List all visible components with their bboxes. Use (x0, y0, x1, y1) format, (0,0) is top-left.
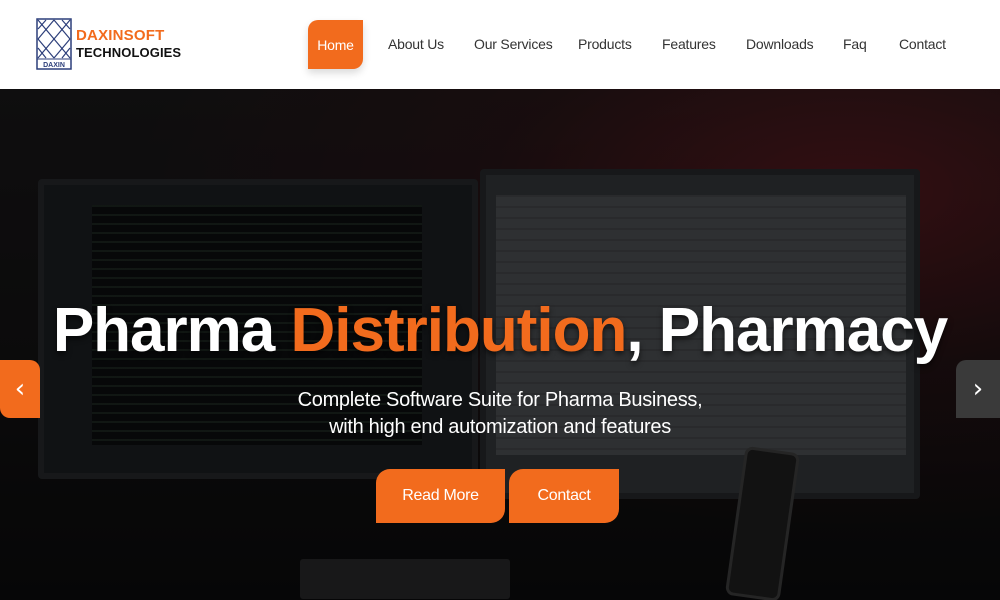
chevron-left-icon: ‹ (14, 374, 26, 404)
hero-title-accent: Distribution (290, 296, 627, 365)
nav-about-us[interactable]: About Us (388, 36, 444, 52)
hero-title-part1: Pharma (52, 296, 291, 365)
hero-title: Pharma Distribution, Pharmacy (0, 295, 1000, 366)
chevron-right-icon: › (972, 374, 984, 404)
read-more-button[interactable]: Read More (376, 469, 505, 523)
contact-button[interactable]: Contact (509, 469, 619, 523)
nav-contact[interactable]: Contact (899, 36, 946, 52)
hero-title-part2: , Pharmacy (626, 296, 948, 365)
hero-slider: Pharma Distribution, Pharmacy Complete S… (0, 89, 1000, 600)
hero-subtitle-line2: with high end automization and features (329, 416, 671, 438)
hero-subtitle: Complete Software Suite for Pharma Busin… (0, 387, 1000, 441)
slider-prev-button[interactable]: ‹ (0, 360, 40, 418)
nav-our-services[interactable]: Our Services (474, 36, 553, 52)
nav-products[interactable]: Products (578, 36, 632, 52)
hero-subtitle-line1: Complete Software Suite for Pharma Busin… (297, 389, 703, 411)
nav-downloads[interactable]: Downloads (746, 36, 814, 52)
slider-next-button[interactable]: › (956, 360, 1000, 418)
nav-faq[interactable]: Faq (843, 36, 867, 52)
nav-features[interactable]: Features (662, 36, 716, 52)
nav-home[interactable]: Home (308, 20, 363, 69)
main-nav: Home About Us Our Services Products Feat… (0, 0, 1000, 89)
site-header: DAXIN DAXINSOFT TECHNOLOGIES Home About … (0, 0, 1000, 89)
